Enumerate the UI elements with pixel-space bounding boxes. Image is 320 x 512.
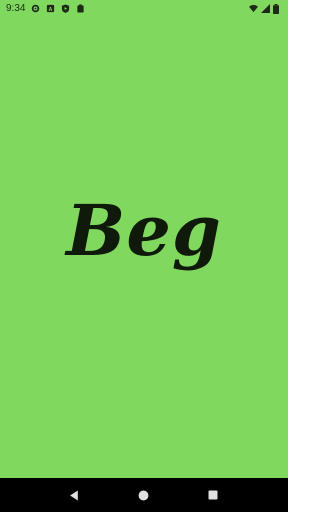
play-protect-icon <box>61 4 70 13</box>
recents-button[interactable] <box>207 489 219 501</box>
wifi-icon <box>249 4 258 13</box>
recents-square-icon <box>208 490 218 500</box>
back-triangle-icon <box>70 490 78 500</box>
status-left: 9:34 A <box>6 3 85 14</box>
cell-signal-icon <box>261 4 270 13</box>
status-time: 9:34 <box>6 3 26 14</box>
status-right <box>249 4 282 14</box>
sim-card-a-icon: A <box>46 4 55 13</box>
navigation-bar <box>0 478 288 512</box>
back-button[interactable] <box>69 489 81 501</box>
app-splash-logo-text: Beg <box>66 189 222 272</box>
home-circle-icon <box>139 490 149 500</box>
app-screen: 9:34 A Beg <box>0 0 288 512</box>
home-button[interactable] <box>138 489 150 501</box>
svg-text:A: A <box>49 7 53 13</box>
status-bar: 9:34 A <box>0 0 288 17</box>
battery-icon <box>273 4 282 14</box>
gear-icon <box>31 4 40 13</box>
clipboard-icon <box>76 4 85 13</box>
